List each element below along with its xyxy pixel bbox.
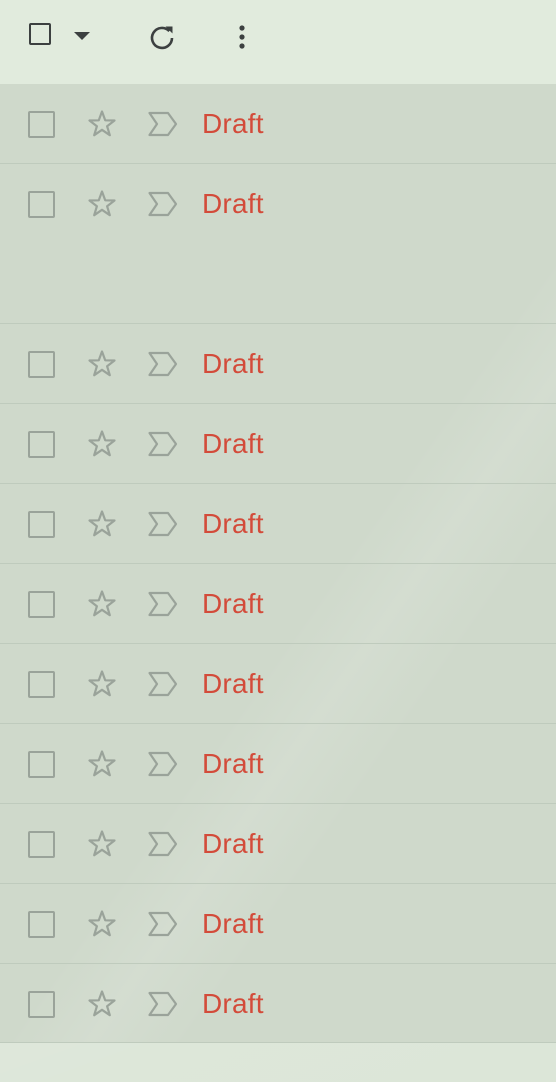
draft-label: Draft	[202, 188, 264, 219]
draft-label: Draft	[202, 508, 264, 539]
importance-marker-icon[interactable]	[147, 990, 179, 1018]
message-row[interactable]: Draft	[0, 164, 556, 324]
star-icon[interactable]	[86, 748, 118, 780]
message-list: Draft Draft Draft Draft Draft Draft Draf…	[0, 84, 556, 1043]
chevron-down-icon[interactable]	[72, 31, 92, 41]
row-checkbox[interactable]	[28, 671, 55, 698]
message-row[interactable]: Draft	[0, 404, 556, 484]
star-icon[interactable]	[86, 988, 118, 1020]
draft-label: Draft	[202, 108, 264, 139]
importance-marker-icon[interactable]	[147, 110, 179, 138]
star-icon[interactable]	[86, 348, 118, 380]
mail-app: Draft Draft Draft Draft Draft Draft Draf…	[0, 0, 556, 1082]
draft-label: Draft	[202, 348, 264, 379]
row-checkbox[interactable]	[28, 191, 55, 218]
row-checkbox[interactable]	[28, 751, 55, 778]
draft-label: Draft	[202, 588, 264, 619]
star-icon[interactable]	[86, 188, 118, 220]
row-checkbox[interactable]	[28, 111, 55, 138]
row-checkbox[interactable]	[28, 351, 55, 378]
star-icon[interactable]	[86, 668, 118, 700]
row-checkbox[interactable]	[28, 831, 55, 858]
message-row[interactable]: Draft	[0, 484, 556, 564]
toolbar	[0, 0, 556, 84]
importance-marker-icon[interactable]	[147, 590, 179, 618]
draft-label: Draft	[202, 668, 264, 699]
importance-marker-icon[interactable]	[147, 830, 179, 858]
star-icon[interactable]	[86, 828, 118, 860]
message-row[interactable]: Draft	[0, 804, 556, 884]
importance-marker-icon[interactable]	[147, 670, 179, 698]
importance-marker-icon[interactable]	[147, 910, 179, 938]
importance-marker-icon[interactable]	[147, 750, 179, 778]
draft-label: Draft	[202, 748, 264, 779]
star-icon[interactable]	[86, 508, 118, 540]
importance-marker-icon[interactable]	[147, 510, 179, 538]
draft-label: Draft	[202, 908, 264, 939]
message-row[interactable]: Draft	[0, 324, 556, 404]
message-row[interactable]: Draft	[0, 724, 556, 804]
select-all-checkbox[interactable]	[29, 23, 51, 45]
star-icon[interactable]	[86, 908, 118, 940]
row-checkbox[interactable]	[28, 431, 55, 458]
row-checkbox[interactable]	[28, 591, 55, 618]
message-row[interactable]: Draft	[0, 84, 556, 164]
draft-label: Draft	[202, 988, 264, 1019]
refresh-icon[interactable]	[146, 21, 178, 53]
importance-marker-icon[interactable]	[147, 350, 179, 378]
star-icon[interactable]	[86, 588, 118, 620]
importance-marker-icon[interactable]	[147, 430, 179, 458]
message-row[interactable]: Draft	[0, 644, 556, 724]
row-checkbox[interactable]	[28, 991, 55, 1018]
row-checkbox[interactable]	[28, 511, 55, 538]
row-checkbox[interactable]	[28, 911, 55, 938]
draft-label: Draft	[202, 428, 264, 459]
star-icon[interactable]	[86, 428, 118, 460]
star-icon[interactable]	[86, 108, 118, 140]
message-row[interactable]: Draft	[0, 964, 556, 1043]
more-options-icon[interactable]	[226, 21, 258, 53]
message-row[interactable]: Draft	[0, 884, 556, 964]
message-row[interactable]: Draft	[0, 564, 556, 644]
draft-label: Draft	[202, 828, 264, 859]
importance-marker-icon[interactable]	[147, 190, 179, 218]
